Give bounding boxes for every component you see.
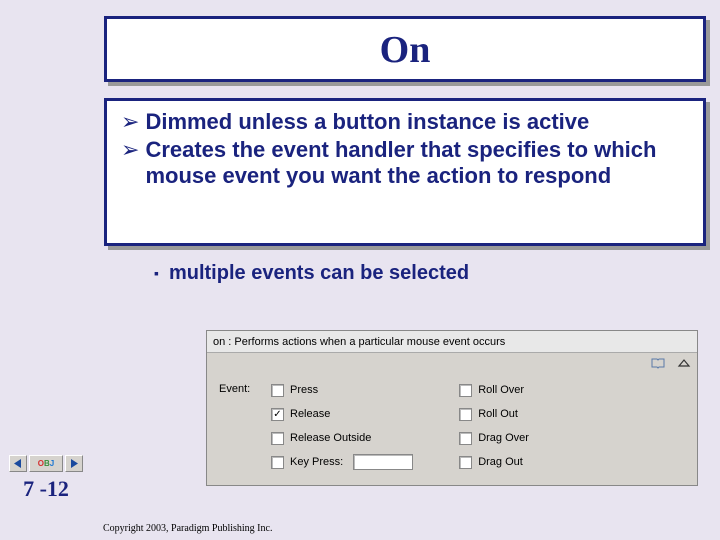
checkbox-icon (271, 456, 284, 469)
event-col-1: Press ✓ Release Release Outside Key (271, 381, 413, 471)
checkbox-icon (459, 432, 472, 445)
checkbox-drag-out[interactable]: Drag Out (459, 453, 529, 471)
checkbox-label: Roll Over (478, 384, 524, 396)
next-button[interactable] (65, 455, 83, 472)
prev-button[interactable] (9, 455, 27, 472)
event-label: Event: (219, 381, 271, 395)
bullet-text: Creates the event handler that specifies… (145, 137, 689, 189)
checkbox-roll-out[interactable]: Roll Out (459, 405, 529, 423)
checkbox-drag-over[interactable]: Drag Over (459, 429, 529, 447)
checkbox-label: Key Press: (290, 456, 343, 468)
event-panel: on : Performs actions when a particular … (206, 330, 698, 486)
checkbox-label: Drag Out (478, 456, 523, 468)
checkbox-label: Release Outside (290, 432, 371, 444)
title-box: On (104, 16, 706, 82)
page-number: 7 -12 (0, 476, 92, 502)
arrow-left-icon (13, 459, 23, 468)
checkbox-release[interactable]: ✓ Release (271, 405, 413, 423)
bullet-item: ➢ Dimmed unless a button instance is act… (121, 109, 689, 135)
collapse-up-icon[interactable] (677, 357, 691, 369)
event-row: Event: Press ✓ Release Releas (219, 381, 685, 471)
sub-bullet-item: ▪ multiple events can be selected (154, 262, 720, 284)
checkbox-label: Roll Out (478, 408, 518, 420)
checkbox-press[interactable]: Press (271, 381, 413, 399)
copyright-text: Copyright 2003, Paradigm Publishing Inc. (103, 523, 272, 534)
checkbox-icon (271, 432, 284, 445)
content-box: ➢ Dimmed unless a button instance is act… (104, 98, 706, 246)
checkbox-roll-over[interactable]: Roll Over (459, 381, 529, 399)
event-col-2: Roll Over Roll Out Drag Over Drag O (459, 381, 529, 471)
checkbox-checked-icon: ✓ (271, 408, 284, 421)
checkbox-release-outside[interactable]: Release Outside (271, 429, 413, 447)
checkbox-icon (459, 456, 472, 469)
slide-title: On (107, 19, 703, 81)
arrow-right-icon (69, 459, 79, 468)
checkbox-key-press[interactable]: Key Press: (271, 453, 413, 471)
checkbox-label: Press (290, 384, 318, 396)
checkbox-label: Release (290, 408, 330, 420)
bullet-text: Dimmed unless a button instance is activ… (145, 109, 589, 135)
slide-nav: OBJ 7 -12 (0, 455, 92, 502)
event-columns: Press ✓ Release Release Outside Key (271, 381, 685, 471)
key-press-input[interactable] (353, 454, 413, 470)
square-bullet-icon: ▪ (154, 262, 159, 284)
nav-arrows: OBJ (0, 455, 92, 472)
panel-header: on : Performs actions when a particular … (207, 331, 697, 353)
sub-bullet-text: multiple events can be selected (169, 262, 469, 284)
checkbox-label: Drag Over (478, 432, 529, 444)
obj-button[interactable]: OBJ (29, 455, 63, 472)
slide-area: On ➢ Dimmed unless a button instance is … (92, 0, 720, 540)
book-icon[interactable] (651, 357, 665, 369)
checkbox-icon (459, 408, 472, 421)
bullet-glyph-icon: ➢ (121, 109, 139, 135)
bullet-glyph-icon: ➢ (121, 137, 139, 163)
checkbox-icon (459, 384, 472, 397)
bullet-item: ➢ Creates the event handler that specifi… (121, 137, 689, 189)
panel-header-icons (651, 357, 691, 369)
checkbox-icon (271, 384, 284, 397)
panel-body: Event: Press ✓ Release Releas (207, 353, 697, 481)
